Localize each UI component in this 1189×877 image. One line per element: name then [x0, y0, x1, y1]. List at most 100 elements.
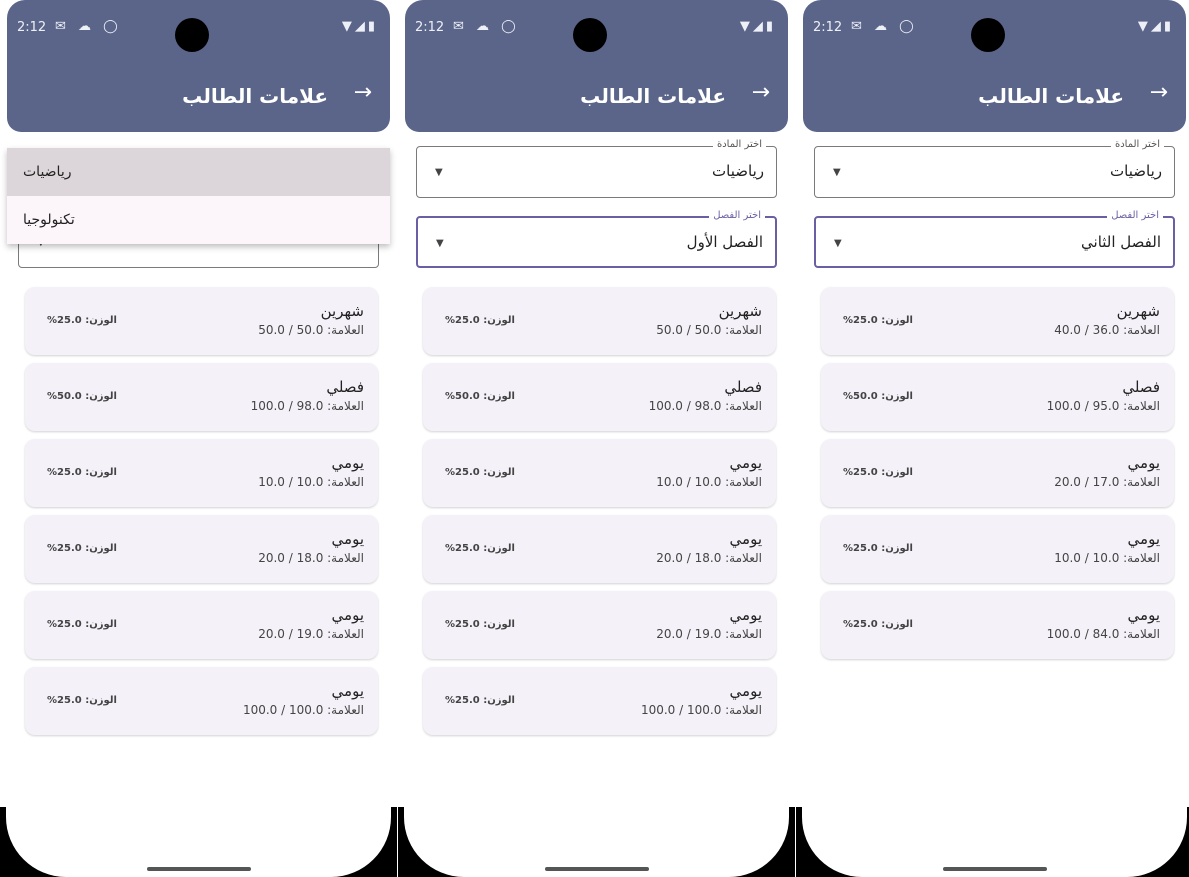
phone-screen-second-semester: 2:12 ✉ ☁ ◯ ▼◢▮ علامات الطالب → اختر الما…	[796, 0, 1189, 877]
card-grade: العلامة: 98.0 / 100.0	[648, 399, 762, 413]
signal-battery-icons: ▼◢▮	[341, 19, 378, 34]
card-grade: العلامة: 19.0 / 20.0	[258, 627, 364, 641]
card-title: يومي	[1127, 454, 1160, 472]
grade-card[interactable]: شهرين العلامة: 50.0 / 50.0 الوزن: 25.0%	[423, 287, 776, 355]
subject-select-value: رياضيات	[1110, 162, 1162, 180]
card-weight: الوزن: 25.0%	[843, 543, 913, 554]
card-title: يومي	[1127, 606, 1160, 624]
back-arrow-icon[interactable]: →	[752, 80, 770, 105]
grade-card[interactable]: يومي العلامة: 17.0 / 20.0 الوزن: 25.0%	[821, 439, 1174, 507]
card-weight: الوزن: 25.0%	[445, 467, 515, 478]
semester-select[interactable]: اختر الفصل الفصل الأول ▼	[416, 210, 777, 268]
home-indicator[interactable]	[942, 867, 1047, 871]
card-title: شهرين	[320, 302, 364, 320]
card-weight: الوزن: 50.0%	[445, 391, 515, 402]
card-weight: الوزن: 25.0%	[47, 315, 117, 326]
card-weight: الوزن: 25.0%	[843, 467, 913, 478]
notification-icons: ✉ ☁ ◯	[851, 19, 918, 34]
dropdown-option-technology[interactable]: تكنولوجيا	[7, 196, 390, 244]
card-grade: العلامة: 100.0 / 100.0	[242, 703, 364, 717]
grade-card[interactable]: يومي العلامة: 10.0 / 10.0 الوزن: 25.0%	[821, 515, 1174, 583]
grade-card[interactable]: يومي العلامة: 19.0 / 20.0 الوزن: 25.0%	[423, 591, 776, 659]
back-arrow-icon[interactable]: →	[354, 80, 372, 105]
phone-screen-subject-dropdown-open: 2:12 ✉ ☁ ◯ ▼◢▮ علامات الطالب → ▼ رياضيات…	[0, 0, 397, 877]
card-title: يومي	[729, 454, 762, 472]
notification-icons: ✉ ☁ ◯	[453, 19, 520, 34]
card-grade: العلامة: 10.0 / 10.0	[1054, 551, 1160, 565]
card-weight: الوزن: 25.0%	[47, 619, 117, 630]
grade-card[interactable]: فصلي العلامة: 98.0 / 100.0 الوزن: 50.0%	[423, 363, 776, 431]
device-bezel	[796, 807, 1189, 877]
card-grade: العلامة: 18.0 / 20.0	[656, 551, 762, 565]
grade-card[interactable]: فصلي العلامة: 98.0 / 100.0 الوزن: 50.0%	[25, 363, 378, 431]
semester-select[interactable]: اختر الفصل الفصل الثاني ▼	[814, 210, 1175, 268]
card-grade: العلامة: 17.0 / 20.0	[1054, 475, 1160, 489]
card-grade: العلامة: 100.0 / 100.0	[640, 703, 762, 717]
card-weight: الوزن: 25.0%	[445, 543, 515, 554]
card-grade: العلامة: 19.0 / 20.0	[656, 627, 762, 641]
page-title: علامات الطالب	[978, 84, 1124, 108]
card-title: فصلي	[724, 378, 762, 396]
subject-dropdown-menu: رياضيات تكنولوجيا	[7, 148, 390, 244]
grade-card[interactable]: يومي العلامة: 18.0 / 20.0 الوزن: 25.0%	[423, 515, 776, 583]
grade-card[interactable]: يومي العلامة: 18.0 / 20.0 الوزن: 25.0%	[25, 515, 378, 583]
device-bezel	[0, 807, 397, 877]
card-title: فصلي	[1122, 378, 1160, 396]
card-grade: العلامة: 50.0 / 50.0	[656, 323, 762, 337]
notification-icons: ✉ ☁ ◯	[55, 19, 122, 34]
card-title: يومي	[1127, 530, 1160, 548]
app-bar: 2:12 ✉ ☁ ◯ ▼◢▮ علامات الطالب →	[803, 0, 1186, 132]
semester-select-label: اختر الفصل	[709, 210, 765, 221]
signal-battery-icons: ▼◢▮	[739, 19, 776, 34]
app-bar: 2:12 ✉ ☁ ◯ ▼◢▮ علامات الطالب →	[405, 0, 788, 132]
status-time: 2:12	[415, 20, 445, 35]
dropdown-option-math[interactable]: رياضيات	[7, 148, 390, 196]
signal-battery-icons: ▼◢▮	[1137, 19, 1174, 34]
grade-card[interactable]: يومي العلامة: 100.0 / 100.0 الوزن: 25.0%	[25, 667, 378, 735]
card-grade: العلامة: 50.0 / 50.0	[258, 323, 364, 337]
card-weight: الوزن: 25.0%	[445, 315, 515, 326]
card-weight: الوزن: 25.0%	[47, 695, 117, 706]
card-grade: العلامة: 84.0 / 100.0	[1046, 627, 1160, 641]
subject-select-label: اختر المادة	[1110, 139, 1164, 150]
card-title: شهرين	[718, 302, 762, 320]
card-title: يومي	[729, 530, 762, 548]
subject-select-value: رياضيات	[712, 162, 764, 180]
card-weight: الوزن: 25.0%	[445, 695, 515, 706]
card-weight: الوزن: 25.0%	[47, 543, 117, 554]
grade-card[interactable]: يومي العلامة: 10.0 / 10.0 الوزن: 25.0%	[423, 439, 776, 507]
grade-card[interactable]: يومي العلامة: 19.0 / 20.0 الوزن: 25.0%	[25, 591, 378, 659]
subject-select-label: اختر المادة	[712, 139, 766, 150]
card-weight: الوزن: 50.0%	[47, 391, 117, 402]
card-title: يومي	[729, 606, 762, 624]
card-weight: الوزن: 25.0%	[843, 619, 913, 630]
back-arrow-icon[interactable]: →	[1150, 80, 1168, 105]
semester-select-label: اختر الفصل	[1107, 210, 1163, 221]
card-title: يومي	[331, 606, 364, 624]
phone-screen-first-semester: 2:12 ✉ ☁ ◯ ▼◢▮ علامات الطالب → اختر الما…	[398, 0, 795, 877]
card-title: يومي	[729, 682, 762, 700]
card-title: يومي	[331, 682, 364, 700]
app-bar: 2:12 ✉ ☁ ◯ ▼◢▮ علامات الطالب →	[7, 0, 390, 132]
card-grade: العلامة: 10.0 / 10.0	[258, 475, 364, 489]
grade-card[interactable]: يومي العلامة: 84.0 / 100.0 الوزن: 25.0%	[821, 591, 1174, 659]
grade-card[interactable]: شهرين العلامة: 50.0 / 50.0 الوزن: 25.0%	[25, 287, 378, 355]
card-title: يومي	[331, 454, 364, 472]
chevron-down-icon: ▼	[833, 167, 841, 178]
grade-card[interactable]: يومي العلامة: 100.0 / 100.0 الوزن: 25.0%	[423, 667, 776, 735]
status-time: 2:12	[17, 20, 47, 35]
subject-select[interactable]: اختر المادة رياضيات ▼	[416, 139, 777, 198]
home-indicator[interactable]	[146, 867, 251, 871]
camera-cutout	[174, 18, 209, 52]
home-indicator[interactable]	[544, 867, 649, 871]
camera-cutout	[572, 18, 607, 52]
card-weight: الوزن: 50.0%	[843, 391, 913, 402]
chevron-down-icon: ▼	[435, 167, 443, 178]
grade-card[interactable]: فصلي العلامة: 95.0 / 100.0 الوزن: 50.0%	[821, 363, 1174, 431]
grade-card[interactable]: يومي العلامة: 10.0 / 10.0 الوزن: 25.0%	[25, 439, 378, 507]
card-grade: العلامة: 95.0 / 100.0	[1046, 399, 1160, 413]
semester-select-value: الفصل الأول	[686, 233, 763, 251]
subject-select[interactable]: اختر المادة رياضيات ▼	[814, 139, 1175, 198]
card-weight: الوزن: 25.0%	[445, 619, 515, 630]
grade-card[interactable]: شهرين العلامة: 36.0 / 40.0 الوزن: 25.0%	[821, 287, 1174, 355]
